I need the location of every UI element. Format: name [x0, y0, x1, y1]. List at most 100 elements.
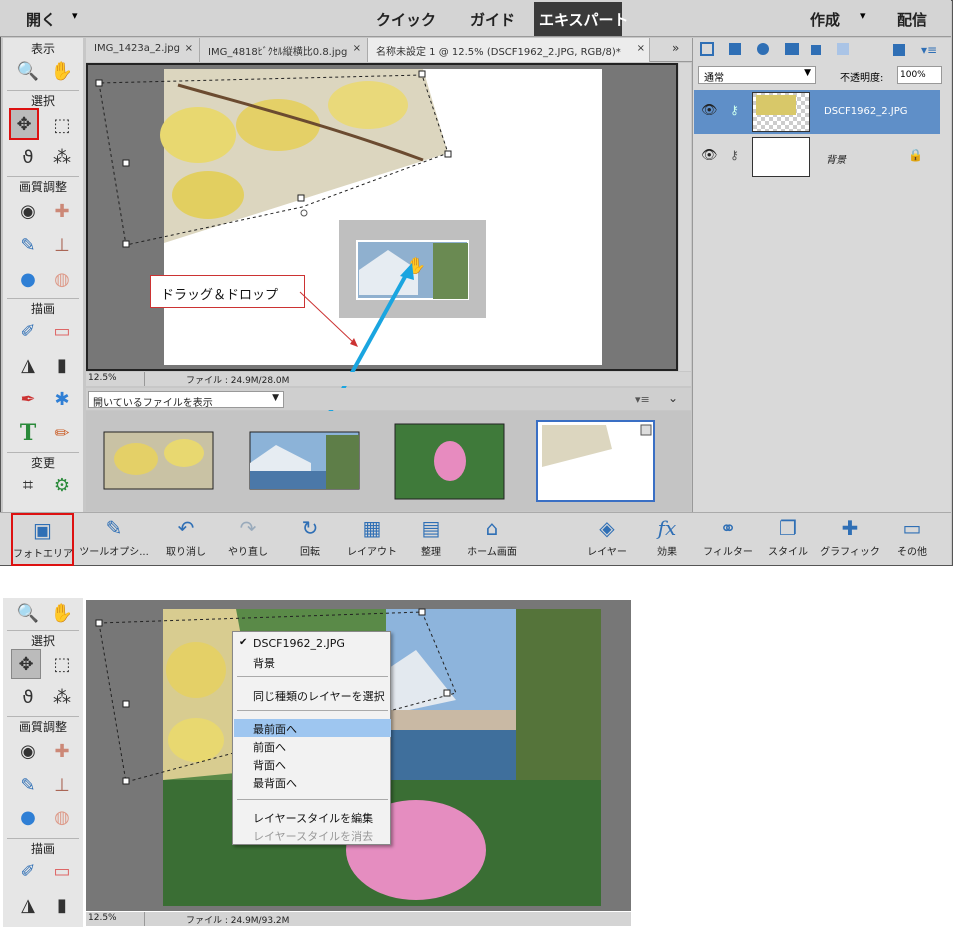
- check-icon: ✔: [239, 637, 248, 648]
- menu-item-label: 同じ種類のレイヤーを選択: [253, 690, 385, 703]
- fx-icon: fx: [657, 516, 677, 540]
- photo-bin-filter-value: 開いているファイルを表示: [93, 398, 213, 409]
- graphics-icon: ✚: [841, 516, 859, 540]
- layer-row[interactable]: 👁 ⚷ 背景 🔒: [694, 135, 940, 179]
- toolbox-crop: 🔍 ✋ 選択 ✥ ⬚ ϑ ⁂ 画質調整 ◉ ✚ ✎ ⊥ ● ◍ 描画 ✐ ▭ ◮…: [3, 598, 83, 927]
- collapse-icon[interactable]: ⌄: [668, 391, 678, 405]
- opacity-field[interactable]: 100%: [897, 66, 942, 84]
- menu-item-label: DSCF1962_2.JPG: [253, 637, 345, 650]
- home-screen-button[interactable]: ⌂ ホーム画面: [460, 513, 524, 566]
- styles-label: スタイル: [768, 547, 808, 558]
- eraser-tool-icon[interactable]: ▭: [47, 856, 77, 886]
- menu-item-send-to-back[interactable]: 最背面へ: [234, 773, 391, 791]
- zoom-level: 12.5%: [88, 913, 117, 923]
- tree-area: [516, 609, 601, 804]
- divider: [144, 372, 145, 386]
- opacity-value: 100%: [900, 70, 926, 80]
- menu-item-edit-layer-style[interactable]: レイヤースタイルを編集: [234, 808, 391, 826]
- red-pointer-line: [299, 291, 355, 344]
- section-enhance: 画質調整: [18, 720, 67, 734]
- photo-bin-filter-select[interactable]: 開いているファイルを表示 ▼: [88, 391, 284, 409]
- photo-bin-button[interactable]: ▣ フォトエリア: [11, 513, 74, 566]
- organize-label: 整理: [421, 547, 441, 558]
- menu-item-label: 最前面へ: [253, 723, 297, 736]
- transform-handle: [122, 777, 130, 785]
- file-size: ファイル : 24.9M/93.2M: [186, 916, 290, 926]
- blend-mode-select[interactable]: 通常 ▼: [698, 66, 816, 84]
- layers-label: レイヤー: [587, 547, 627, 558]
- menu-item-select-similar[interactable]: 同じ種類のレイヤーを選択: [234, 686, 391, 704]
- menu-item-bring-forward[interactable]: 前面へ: [234, 737, 391, 755]
- quick-select-tool-icon[interactable]: ⁂: [47, 682, 77, 712]
- gradient-tool-icon[interactable]: ▮: [47, 890, 77, 920]
- layer-thumbnail: [752, 137, 810, 177]
- layout-label: レイアウト: [347, 547, 397, 558]
- menu-item-label: 背面へ: [253, 759, 286, 772]
- link-icon[interactable]: ⚷: [730, 148, 739, 162]
- more-icon: ▭: [902, 516, 922, 540]
- home-icon: ⌂: [485, 516, 499, 540]
- more-button[interactable]: ▭ その他: [886, 513, 938, 566]
- menu-item-send-backward[interactable]: 背面へ: [234, 755, 391, 773]
- link-icon[interactable]: ⚷: [730, 103, 739, 117]
- menu-item-label: 最背面へ: [253, 777, 297, 790]
- chevron-down-icon: ▼: [272, 393, 279, 403]
- marquee-tool-icon[interactable]: ⬚: [47, 649, 77, 679]
- layout-button[interactable]: ▦ レイアウト: [342, 513, 402, 566]
- effects-button[interactable]: fx 効果: [640, 513, 694, 566]
- chevron-down-icon: ▼: [804, 68, 811, 78]
- styles-icon: ❐: [779, 516, 797, 540]
- filters-button[interactable]: ⚭ フィルター: [700, 513, 756, 566]
- graphics-label: グラフィック: [820, 547, 880, 558]
- undo-label: 取り消し: [166, 547, 206, 558]
- menu-separator: [237, 799, 388, 800]
- hand-tool-icon[interactable]: ✋: [47, 598, 77, 628]
- red-eye-tool-icon[interactable]: ◉: [13, 736, 43, 766]
- rotate-label: 回転: [300, 547, 320, 558]
- menu-item-layer-background[interactable]: 背景: [234, 653, 391, 671]
- organize-button[interactable]: ▤ 整理: [404, 513, 458, 566]
- blur-tool-icon[interactable]: ●: [13, 802, 43, 832]
- rotate-icon: ↻: [301, 516, 319, 540]
- photo-bin-thumbnails: [103, 420, 655, 502]
- sponge-tool-icon[interactable]: ◍: [47, 802, 77, 832]
- lock-icon: 🔒: [908, 148, 923, 162]
- bin-menu-icon[interactable]: ▾≡: [635, 393, 650, 406]
- clone-stamp-tool-icon[interactable]: ⊥: [47, 770, 77, 800]
- transform-handle: [95, 619, 103, 627]
- tool-options-button[interactable]: ✎ ツールオプシ...: [78, 513, 150, 566]
- drag-arrowhead: [400, 263, 414, 280]
- redo-button[interactable]: ↷ やり直し: [220, 513, 276, 566]
- photo-bin-label: フォトエリア: [13, 549, 73, 560]
- blend-mode-value: 通常: [704, 73, 724, 84]
- lasso-tool-icon[interactable]: ϑ: [13, 682, 43, 712]
- layer-row-selected[interactable]: 👁 ⚷ DSCF1962_2.JPG: [694, 90, 940, 134]
- zoom-tool-icon[interactable]: 🔍: [13, 598, 43, 628]
- menu-item-label: 前面へ: [253, 741, 286, 754]
- move-tool-icon[interactable]: ✥: [11, 649, 41, 679]
- graphics-button[interactable]: ✚ グラフィック: [820, 513, 880, 566]
- layers-panel-button[interactable]: ◈ レイヤー: [580, 513, 634, 566]
- layer-name: 背景: [826, 155, 846, 166]
- layer-thumbnail: [752, 92, 810, 132]
- undo-button[interactable]: ↶ 取り消し: [158, 513, 214, 566]
- menu-item-bring-to-front[interactable]: 最前面へ: [234, 719, 391, 737]
- status-bar: 12.5% ファイル : 24.9M/28.0M: [86, 372, 691, 386]
- section-draw: 描画: [30, 842, 55, 856]
- smart-brush-tool-icon[interactable]: ✎: [13, 770, 43, 800]
- red-arrowhead: [350, 338, 358, 347]
- effects-label: 効果: [657, 547, 677, 558]
- divider: [7, 630, 79, 631]
- filters-label: フィルター: [703, 547, 753, 558]
- menu-item-layer-dscf[interactable]: ✔ DSCF1962_2.JPG: [234, 635, 391, 653]
- paint-bucket-tool-icon[interactable]: ◮: [13, 890, 43, 920]
- visibility-eye-icon[interactable]: 👁: [701, 148, 718, 163]
- spot-healing-tool-icon[interactable]: ✚: [47, 736, 77, 766]
- photo-bin-icon: ▣: [33, 518, 52, 542]
- visibility-eye-icon[interactable]: 👁: [701, 103, 718, 118]
- rotate-button[interactable]: ↻ 回転: [282, 513, 338, 566]
- menu-item-label: 背景: [253, 657, 275, 670]
- home-screen-label: ホーム画面: [467, 547, 517, 558]
- styles-button[interactable]: ❐ スタイル: [760, 513, 816, 566]
- brush-tool-icon[interactable]: ✐: [13, 856, 43, 886]
